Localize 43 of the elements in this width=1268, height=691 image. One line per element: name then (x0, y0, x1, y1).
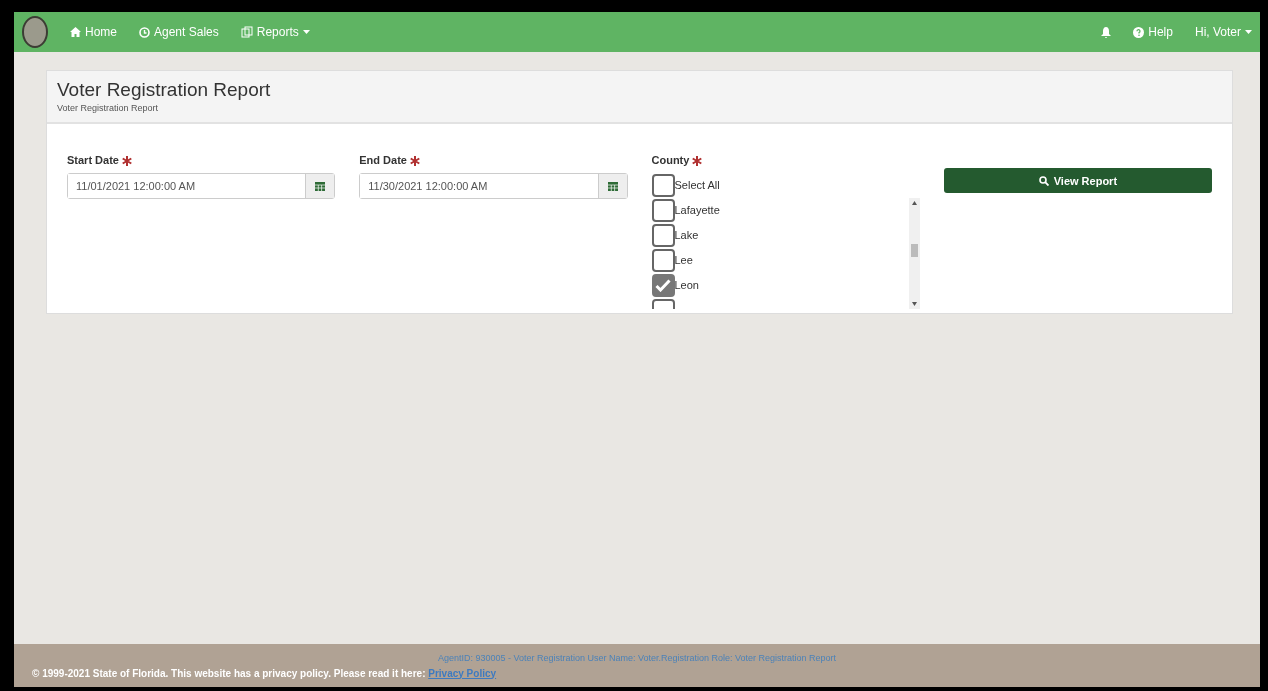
home-icon (70, 27, 81, 37)
checkbox[interactable] (651, 273, 675, 297)
checkbox-label: Lafayette (674, 203, 720, 219)
check-icon (655, 278, 671, 292)
calendar-icon (607, 180, 618, 191)
checkbox[interactable] (651, 198, 675, 222)
scroll-up-icon[interactable] (911, 200, 917, 205)
checkbox-label: Select All (674, 178, 720, 194)
date-field[interactable]: 11/01/2021 12:00:00 AM (67, 172, 336, 199)
checkbox[interactable] (651, 223, 675, 247)
clock-icon (139, 26, 150, 38)
help-icon (1133, 26, 1145, 38)
scrollbar[interactable] (908, 197, 920, 309)
seal-logo (22, 16, 48, 48)
view-report-button[interactable]: View Report (943, 168, 1212, 194)
calendar-icon (315, 180, 326, 191)
checkbox[interactable] (651, 173, 675, 197)
field-label: County (651, 154, 690, 167)
privacy-policy-link[interactable]: Privacy Policy (428, 667, 497, 679)
checkbox-label: Lake (674, 228, 699, 244)
report-title: Voter Registration Report (57, 79, 272, 102)
scrollbar-thumb[interactable] (910, 243, 918, 257)
copy-icon (240, 26, 253, 38)
nav-link[interactable]: Reports (240, 23, 310, 41)
checkbox-label: Lee (674, 253, 693, 269)
report-subtitle: Voter Registration Report (57, 101, 160, 115)
calendar-button[interactable] (597, 173, 627, 198)
bell-icon (1101, 26, 1112, 38)
agent-info: AgentID: 930005 - Voter Registration User Name: Voter.Registration Role: Voter Registration Report (436, 652, 838, 665)
notifications-button[interactable] (1101, 26, 1112, 38)
field-label: Start Date (67, 154, 119, 167)
nav-link[interactable]: Agent Sales (139, 23, 219, 41)
search-icon (1038, 175, 1049, 186)
nav-link[interactable]: Home (70, 23, 117, 41)
copyright-text: © 1999-2021 State of Florida. This website has a privacy policy. Please read it here: Privacy Policy (32, 666, 498, 681)
nav-link[interactable]: Hi, Voter (1194, 23, 1252, 41)
calendar-button[interactable] (305, 173, 335, 198)
field-label: End Date (359, 154, 407, 167)
checkbox[interactable] (651, 248, 675, 272)
scroll-down-icon[interactable] (911, 301, 917, 306)
checkbox-label: Leon (674, 278, 699, 294)
date-field[interactable]: 11/30/2021 12:00:00 AM (359, 172, 628, 199)
nav-link[interactable]: Help (1133, 23, 1173, 41)
